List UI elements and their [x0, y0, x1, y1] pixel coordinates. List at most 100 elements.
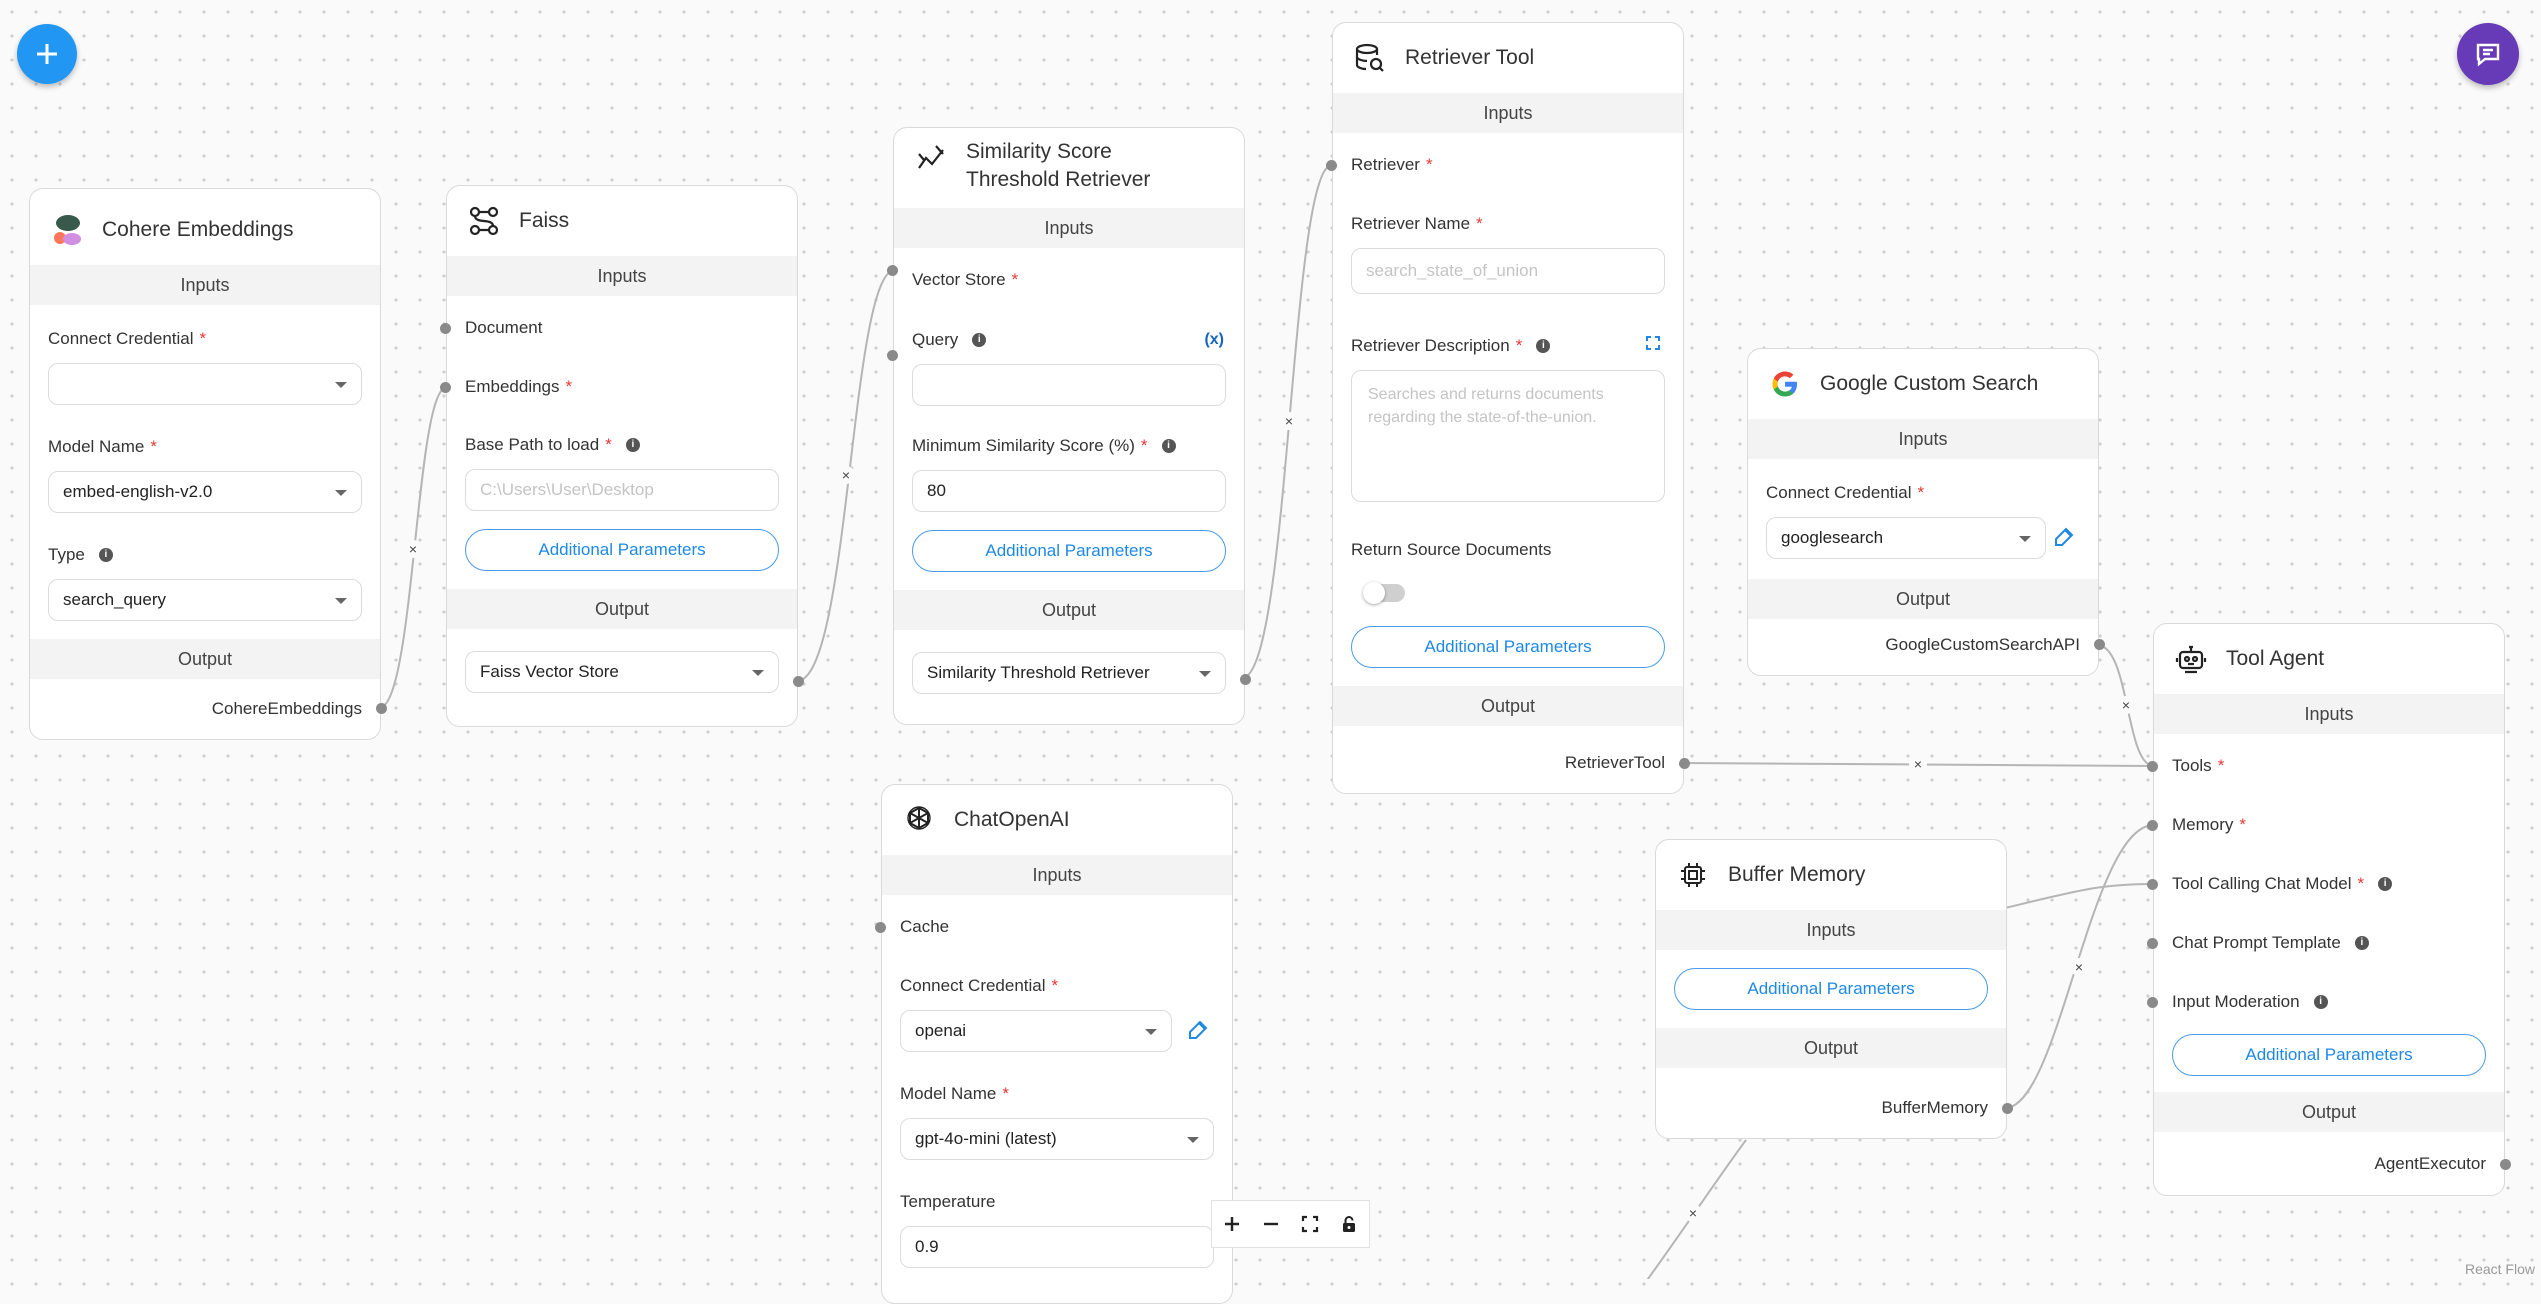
credential-select[interactable] [48, 363, 362, 405]
type-select[interactable]: search_query [48, 579, 362, 621]
chevron-down-icon [1145, 1029, 1157, 1035]
node-title: Similarity Score Threshold Retriever [966, 140, 1151, 191]
zoom-out-button[interactable] [1256, 1209, 1286, 1239]
node-title: Faiss [519, 209, 570, 232]
return-source-label: Return Source Documents [1351, 540, 1552, 559]
output-buffer-memory: BufferMemory [1881, 1098, 1988, 1117]
retriever-label: Retriever * [1351, 155, 1433, 174]
fullscreen-icon [1302, 1215, 1319, 1233]
zoom-in-button[interactable] [1217, 1209, 1247, 1239]
info-icon[interactable]: i [2378, 877, 2393, 891]
output-select[interactable]: Similarity Threshold Retriever [912, 652, 1226, 694]
variable-button[interactable]: (x) [1204, 328, 1224, 352]
additional-parameters-button[interactable]: Additional Parameters [465, 529, 779, 571]
inputs-header: Inputs [1333, 93, 1683, 133]
chevron-down-icon [2019, 536, 2031, 542]
model-name-select[interactable]: embed-english-v2.0 [48, 471, 362, 513]
output-handle[interactable] [1240, 674, 1251, 685]
node-retriever-tool[interactable]: Retriever Tool Inputs Retriever * Retriev… [1326, 22, 1690, 794]
edge-delete-icon[interactable]: × [2070, 958, 2088, 976]
credential-label: Connect Credential * [1766, 483, 1925, 502]
output-handle[interactable] [2002, 1103, 2013, 1114]
additional-parameters-button[interactable]: Additional Parameters [912, 530, 1226, 572]
node-title: Google Custom Search [1820, 372, 2039, 395]
retriever-name-label: Retriever Name * [1351, 214, 1483, 233]
output-header: Output [894, 590, 1244, 630]
react-flow-attribution[interactable]: React Flow [2465, 1261, 2535, 1277]
output-retriever-tool: RetrieverTool [1564, 753, 1665, 772]
minus-icon [1263, 1222, 1278, 1226]
temperature-input[interactable]: 0.9 [900, 1226, 1214, 1268]
edge-delete-icon[interactable]: × [1909, 755, 1927, 773]
model-name-select[interactable]: gpt-4o-mini (latest) [900, 1118, 1214, 1160]
node-buffer-memory[interactable]: Buffer Memory Inputs Additional Paramete… [1655, 839, 2013, 1139]
info-icon[interactable]: i [2354, 936, 2369, 950]
edge-delete-icon[interactable]: × [2117, 696, 2135, 714]
additional-parameters-button[interactable]: Additional Parameters [2172, 1034, 2486, 1076]
edge-delete-icon[interactable]: × [1280, 412, 1298, 430]
database-search-icon [1351, 39, 1389, 77]
edge-delete-icon[interactable]: × [404, 540, 422, 558]
additional-parameters-button[interactable]: Additional Parameters [1674, 968, 1988, 1010]
memory-label: Memory * [2172, 815, 2247, 834]
additional-parameters-button[interactable]: Additional Parameters [1351, 626, 1665, 668]
output-select[interactable]: Faiss Vector Store [465, 651, 779, 693]
chat-model-label: Tool Calling Chat Model * i [2172, 872, 2486, 896]
cohere-logo-icon [48, 211, 86, 249]
edit-credential-icon[interactable] [1186, 1018, 1210, 1047]
robot-icon [2172, 640, 2210, 678]
node-google-custom-search[interactable]: Google Custom Search Inputs Connect Cred… [1747, 348, 2105, 676]
type-label: Type i [48, 543, 362, 567]
edge-delete-icon[interactable]: × [837, 466, 855, 484]
svg-text:×: × [1689, 1205, 1697, 1221]
credential-select[interactable]: googlesearch [1766, 517, 2046, 559]
cache-label: Cache [900, 917, 950, 936]
chevron-down-icon [752, 670, 764, 676]
edge-delete-icon[interactable]: × [1684, 1204, 1702, 1222]
google-logo-icon [1766, 365, 1804, 403]
node-faiss[interactable]: Faiss Inputs Document Embeddings * Base P… [440, 185, 804, 727]
node-similarity-threshold-retriever[interactable]: Similarity Score Threshold Retriever Inp… [887, 127, 1251, 725]
model-name-label: Model Name * [900, 1084, 1009, 1103]
output-handle[interactable] [2500, 1159, 2511, 1170]
fit-view-button[interactable] [1295, 1209, 1325, 1239]
node-cohere-embeddings[interactable]: Cohere Embeddings Inputs Connect Credent… [29, 188, 387, 740]
add-node-button[interactable] [17, 24, 77, 84]
min-score-label: Minimum Similarity Score (%) * i [912, 434, 1226, 458]
query-input[interactable] [912, 364, 1226, 406]
info-icon[interactable]: i [1161, 439, 1176, 453]
output-google-search: GoogleCustomSearchAPI [1885, 635, 2080, 654]
credential-select[interactable]: openai [900, 1010, 1172, 1052]
info-icon[interactable]: i [98, 548, 113, 562]
return-source-toggle[interactable] [1363, 582, 1405, 604]
node-tool-agent[interactable]: Tool Agent Inputs Tools * Memory * Tool Ca… [2147, 623, 2511, 1196]
output-cohere-embeddings: CohereEmbeddings [211, 699, 362, 718]
lock-button[interactable] [1334, 1209, 1364, 1239]
node-chatopenai[interactable]: ChatOpenAI Inputs Cache Connect Credenti… [875, 784, 1233, 1304]
output-handle[interactable] [793, 676, 804, 687]
inputs-header: Inputs [1656, 910, 2006, 950]
info-icon[interactable]: i [625, 438, 640, 452]
prompt-template-label: Chat Prompt Template i [2172, 931, 2486, 955]
output-header: Output [447, 589, 797, 629]
base-path-input[interactable]: C:\Users\User\Desktop [465, 469, 779, 511]
credential-label: Connect Credential * [48, 329, 207, 348]
chat-button[interactable] [2457, 23, 2519, 85]
info-icon[interactable]: i [2313, 995, 2328, 1009]
output-handle[interactable] [376, 703, 387, 714]
inputs-header: Inputs [1748, 419, 2098, 459]
output-handle[interactable] [2094, 639, 2105, 650]
info-icon[interactable]: i [972, 333, 987, 347]
openai-logo-icon [900, 801, 938, 839]
edge-retriever-agent [1681, 762, 2155, 767]
retriever-name-input[interactable]: search_state_of_union [1351, 248, 1665, 294]
edit-credential-icon[interactable] [2052, 525, 2076, 554]
expand-icon[interactable] [1645, 334, 1661, 358]
retriever-description-input[interactable]: Searches and returns documents regarding… [1351, 370, 1665, 502]
min-score-input[interactable]: 80 [912, 470, 1226, 512]
plus-icon [1224, 1217, 1239, 1231]
output-handle[interactable] [1679, 758, 1690, 769]
node-title: Retriever Tool [1405, 46, 1535, 69]
info-icon[interactable]: i [1536, 339, 1551, 353]
svg-text:×: × [1914, 756, 1922, 772]
